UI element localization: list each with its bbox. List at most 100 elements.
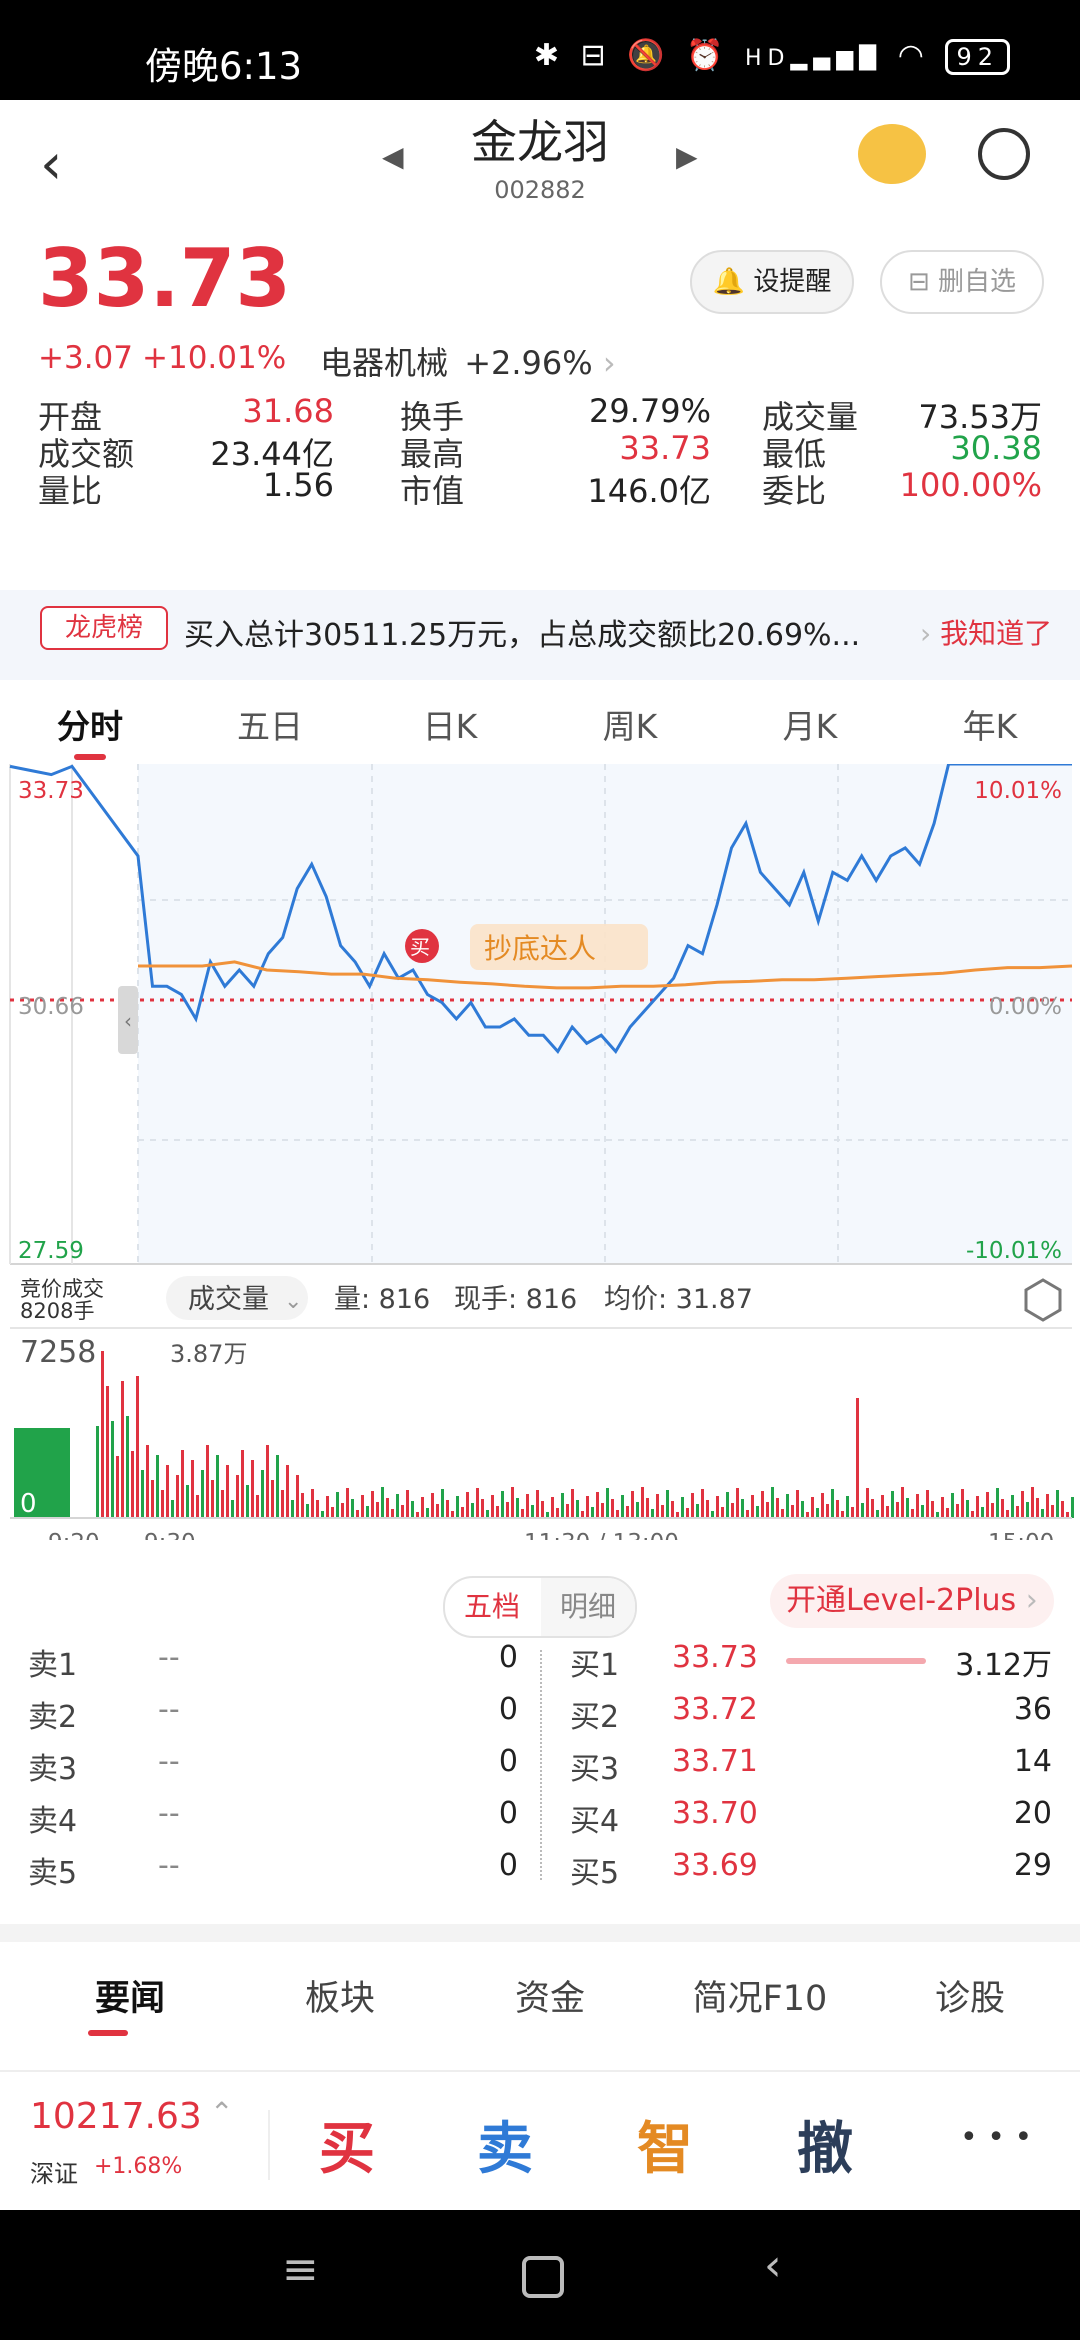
sell-button[interactable]: 卖 xyxy=(430,2104,580,2185)
volume-bar xyxy=(426,1508,429,1518)
volume-bar xyxy=(436,1504,439,1518)
menu-icon[interactable]: ≡ xyxy=(282,2244,319,2295)
cancel-order-button[interactable]: 撤 xyxy=(750,2104,900,2185)
volume-bar xyxy=(471,1503,474,1518)
volume-bar xyxy=(411,1501,414,1518)
back-nav-icon[interactable]: ‹ xyxy=(764,2240,782,2291)
order-level-volume: 20 xyxy=(1013,1796,1052,1831)
volume-bar xyxy=(791,1505,794,1518)
chart-tab[interactable]: 日K xyxy=(390,700,510,748)
sector-link[interactable]: 电器机械 +2.96% › xyxy=(320,338,616,384)
volume-bar xyxy=(171,1500,174,1518)
stat-value: 100.00% xyxy=(899,466,1042,504)
book-divider xyxy=(540,1650,542,1880)
smart-button[interactable]: 智 xyxy=(590,2104,740,2185)
back-button[interactable]: ‹ xyxy=(40,132,62,197)
order-level-price: -- xyxy=(158,1796,180,1831)
price-change: +3.07 xyxy=(38,340,133,376)
volume-bar xyxy=(756,1506,759,1518)
volume-bar xyxy=(326,1496,329,1518)
volume-bar xyxy=(611,1499,614,1518)
chevron-right-icon: › xyxy=(602,344,616,382)
stock-name: 金龙羽 xyxy=(471,115,609,169)
tab-details[interactable]: 明细 xyxy=(541,1578,635,1636)
buy-button[interactable]: 买 xyxy=(272,2104,422,2185)
volume-bar xyxy=(1041,1509,1044,1518)
info-tab[interactable]: 板块 xyxy=(250,1970,430,2021)
volume-bar xyxy=(866,1488,869,1518)
index-name: 深证 xyxy=(30,2160,78,2188)
volume-bar xyxy=(1011,1495,1014,1518)
buy-marker-label: 买 xyxy=(410,935,430,959)
chart-tab[interactable]: 周K xyxy=(570,700,690,748)
dismiss-banner-button[interactable]: › 我知道了 xyxy=(920,612,1052,652)
sell-book: 卖1 -- 0 卖2 -- 0 卖3 -- 0 卖4 -- 0 卖5 -- 0 xyxy=(28,1640,518,1900)
chart-tab[interactable]: 月K xyxy=(750,700,870,748)
auction-label: 竞价成交 xyxy=(20,1277,104,1301)
index-change: +1.68% xyxy=(94,2154,183,2179)
volume-axis-zero: 0 xyxy=(20,1489,37,1519)
volume-bar xyxy=(496,1506,499,1518)
settings-hex-icon[interactable] xyxy=(1024,1278,1062,1322)
volume-bar xyxy=(586,1496,589,1518)
chart-tabs: 分时 五日 日K 周K 月K 年K xyxy=(0,694,1080,760)
volume-bar xyxy=(886,1506,889,1518)
info-tab[interactable]: 要闻 xyxy=(40,1970,220,2021)
volume-bar xyxy=(826,1504,829,1518)
search-icon[interactable] xyxy=(978,128,1030,180)
volume-bar xyxy=(236,1475,239,1518)
volume-bar xyxy=(696,1504,699,1518)
volume-bar xyxy=(311,1489,314,1518)
order-level-volume: 36 xyxy=(1013,1692,1052,1727)
level2-upgrade-link[interactable]: 开通Level-2Plus › xyxy=(770,1574,1054,1628)
order-level-label: 买5 xyxy=(570,1856,620,1891)
volume-bar xyxy=(281,1490,284,1518)
volume-bar xyxy=(571,1489,574,1518)
volume-bar xyxy=(576,1500,579,1518)
prev-stock-icon[interactable]: ◀ xyxy=(382,140,404,173)
volume-bar xyxy=(396,1494,399,1518)
info-tab[interactable]: 诊股 xyxy=(880,1970,1060,2021)
volume-bar xyxy=(906,1498,909,1518)
alarm-icon: ⏰ xyxy=(686,38,730,73)
volume-bar xyxy=(1001,1499,1004,1518)
order-level-label: 卖5 xyxy=(28,1856,78,1891)
volume-bar xyxy=(466,1492,469,1518)
status-icons: ✱ ⊟ 🔕 ⏰ HD▂▄▆█ ◠ 92 xyxy=(534,38,1010,75)
index-value[interactable]: 10217.63 xyxy=(30,2096,202,2137)
volume-bar xyxy=(151,1480,154,1518)
volume-bar xyxy=(836,1500,839,1518)
volume-bar xyxy=(251,1460,254,1518)
volume-bar xyxy=(951,1493,954,1518)
volume-bar xyxy=(771,1487,774,1518)
chart-tab[interactable]: 年K xyxy=(930,700,1050,748)
volume-bar xyxy=(256,1495,259,1518)
system-nav-bar: ≡ ‹ xyxy=(0,2210,1080,2340)
order-level-price: 33.70 xyxy=(672,1796,758,1831)
time-label-open: 9:30 xyxy=(144,1530,196,1540)
info-tab[interactable]: 简况F10 xyxy=(670,1970,850,2021)
more-button[interactable]: • • • xyxy=(960,2120,1032,2155)
volume-bar xyxy=(1031,1487,1034,1518)
chart-tab[interactable]: 分时 xyxy=(30,700,150,748)
stat-value: 33.73 xyxy=(619,429,711,467)
chevron-right-icon: › xyxy=(920,617,932,650)
volume-bar xyxy=(381,1487,384,1518)
stat-value: 146.0亿 xyxy=(587,472,711,510)
volume-bar xyxy=(501,1491,504,1518)
mascot-icon[interactable] xyxy=(858,124,926,184)
minus-box-icon: ⊟ xyxy=(907,267,930,297)
info-tab[interactable]: 资金 xyxy=(460,1970,640,2021)
home-icon[interactable] xyxy=(522,2256,564,2298)
chart-tab[interactable]: 五日 xyxy=(210,700,330,748)
set-alert-button[interactable]: 🔔 设提醒 xyxy=(690,250,854,314)
volume-bar xyxy=(901,1487,904,1518)
remove-watchlist-button[interactable]: ⊟ 删自选 xyxy=(880,250,1044,314)
intraday-chart[interactable]: ‹ 买 抄底达人 33.73 30.66 27.59 10.01% 0.00% … xyxy=(0,764,1080,1540)
volume-bar xyxy=(196,1495,199,1518)
order-level-price: 33.69 xyxy=(672,1848,758,1883)
next-stock-icon[interactable]: ▶ xyxy=(676,140,698,173)
tab-five-levels[interactable]: 五档 xyxy=(445,1578,539,1636)
volume-bar xyxy=(146,1445,149,1518)
volume-bar xyxy=(286,1465,289,1518)
